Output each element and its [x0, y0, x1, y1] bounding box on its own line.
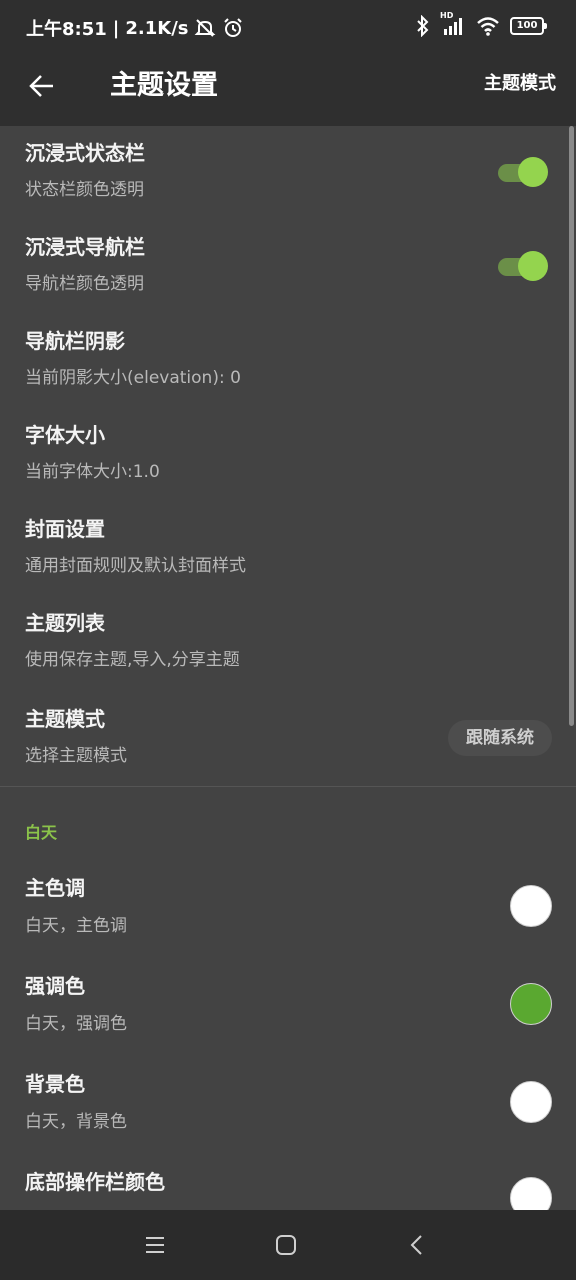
setting-day-primary-color[interactable]: 主色调 白天，主色调 [0, 860, 576, 958]
color-swatch[interactable] [510, 1177, 552, 1210]
alarm-icon [224, 18, 243, 37]
setting-title: 强调色 [25, 974, 85, 998]
setting-theme-mode[interactable]: 主题模式 选择主题模式 跟随系统 [0, 690, 576, 784]
color-swatch[interactable] [510, 1081, 552, 1123]
theme-mode-action-button[interactable]: 主题模式 [484, 72, 556, 96]
setting-title: 主题模式 [25, 707, 105, 731]
status-net-speed: 2.1K/s [125, 17, 189, 39]
square-home-icon[interactable] [271, 1230, 301, 1260]
setting-title: 底部操作栏颜色 [25, 1170, 165, 1194]
setting-title: 沉浸式导航栏 [25, 235, 145, 259]
setting-title: 沉浸式状态栏 [25, 141, 145, 165]
status-separator: | [112, 17, 120, 39]
setting-subtitle: 状态栏颜色透明 [25, 180, 144, 200]
setting-font-size[interactable]: 字体大小 当前字体大小:1.0 [0, 408, 576, 502]
setting-title: 导航栏阴影 [25, 329, 125, 353]
status-bar: 上午8:51 | 2.1K/s HD 100 [0, 0, 576, 56]
setting-cover[interactable]: 封面设置 通用封面规则及默认封面样式 [0, 502, 576, 596]
color-swatch[interactable] [510, 885, 552, 927]
setting-subtitle: 使用保存主题,导入,分享主题 [25, 650, 240, 670]
setting-nav-bar-shadow[interactable]: 导航栏阴影 当前阴影大小(elevation): 0 [0, 314, 576, 408]
setting-day-accent-color[interactable]: 强调色 白天，强调色 [0, 958, 576, 1056]
setting-title: 背景色 [25, 1072, 85, 1096]
setting-subtitle: 导航栏颜色透明 [25, 274, 144, 294]
setting-title: 封面设置 [25, 517, 105, 541]
setting-theme-list[interactable]: 主题列表 使用保存主题,导入,分享主题 [0, 596, 576, 690]
mute-bell-icon [195, 19, 216, 37]
chevron-left-icon[interactable] [402, 1230, 432, 1260]
setting-subtitle: 选择主题模式 [25, 746, 127, 766]
system-nav-bar [0, 1210, 576, 1280]
setting-subtitle: 白天，背景色 [25, 1112, 127, 1132]
settings-list[interactable]: 沉浸式状态栏 状态栏颜色透明 沉浸式导航栏 导航栏颜色透明 导航栏阴影 当前阴影… [0, 126, 576, 1210]
setting-day-background-color[interactable]: 背景色 白天，背景色 [0, 1056, 576, 1154]
color-swatch[interactable] [510, 983, 552, 1025]
setting-immersive-nav-bar[interactable]: 沉浸式导航栏 导航栏颜色透明 [0, 220, 576, 314]
setting-title: 主色调 [25, 876, 85, 900]
signal-icon: HD [440, 11, 466, 37]
setting-subtitle: 当前阴影大小(elevation): 0 [25, 368, 241, 388]
setting-subtitle: 通用封面规则及默认封面样式 [25, 556, 246, 576]
setting-day-bottom-bar-color[interactable]: 底部操作栏颜色 [0, 1154, 576, 1210]
setting-immersive-status-bar[interactable]: 沉浸式状态栏 状态栏颜色透明 [0, 126, 576, 220]
page-title: 主题设置 [110, 70, 218, 101]
battery-icon: 100 [510, 17, 547, 35]
setting-title: 主题列表 [25, 611, 105, 635]
status-time: 上午8:51 [26, 19, 107, 40]
scrollbar[interactable] [569, 126, 574, 726]
menu-lines-icon[interactable] [140, 1230, 170, 1260]
bluetooth-icon [417, 15, 429, 37]
immersive-status-bar-switch[interactable] [498, 157, 548, 187]
setting-subtitle: 白天，强调色 [25, 1014, 127, 1034]
section-header-day: 白天 [25, 823, 58, 842]
theme-mode-value-chip[interactable]: 跟随系统 [448, 720, 552, 756]
arrow-left-icon[interactable] [26, 70, 58, 102]
setting-subtitle: 白天，主色调 [25, 916, 127, 936]
app-bar: 主题设置 主题模式 [0, 56, 576, 126]
setting-subtitle: 当前字体大小:1.0 [25, 462, 160, 482]
wifi-icon [477, 17, 499, 36]
divider [0, 786, 576, 787]
immersive-nav-bar-switch[interactable] [498, 251, 548, 281]
setting-title: 字体大小 [25, 423, 105, 447]
